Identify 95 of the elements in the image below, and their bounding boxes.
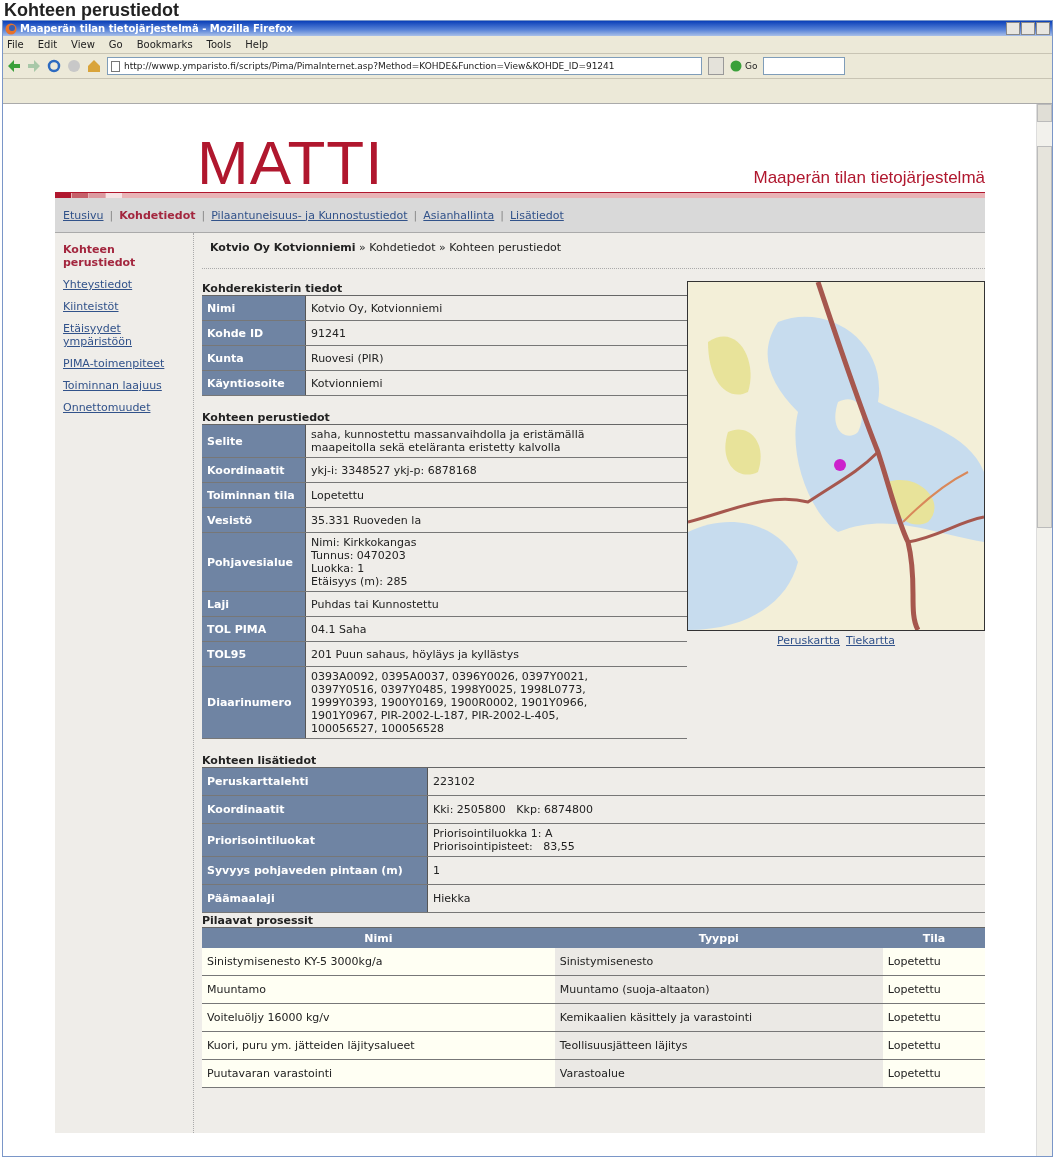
field-label: TOL PIMA <box>202 616 306 642</box>
field-label: TOL95 <box>202 641 306 667</box>
field-value: 1 <box>427 856 985 885</box>
sidebar-link[interactable]: Kiinteistöt <box>63 300 119 313</box>
field-label: Diaarinumero <box>202 666 306 739</box>
field-value: Ruovesi (PIR) <box>305 345 687 371</box>
field-value: Kotvio Oy, Kotvionniemi <box>305 296 687 321</box>
table-cell: Kuori, puru ym. jätteiden läjitysalueet <box>202 1031 555 1060</box>
table-cell: Puutavaran varastointi <box>202 1059 555 1088</box>
field-label: Koordinaatit <box>202 457 306 483</box>
table-cell: Sinistymisenesto KY-5 3000kg/a <box>202 948 555 976</box>
column-header: Tyyppi <box>554 928 883 948</box>
table-cell: Sinistymisenesto <box>554 948 883 976</box>
back-icon[interactable] <box>7 59 21 73</box>
page-title: Kohteen perustiedot <box>3 0 180 20</box>
sidebar-link[interactable]: Toiminnan laajuus <box>63 379 162 392</box>
nav-separator: | <box>413 208 418 222</box>
menu-item[interactable]: File <box>7 39 24 50</box>
table-cell: Voiteluöljy 16000 kg/v <box>202 1003 555 1032</box>
table-cell: Teollisuusjätteen läjitys <box>554 1031 883 1060</box>
field-label: Käyntiosoite <box>202 370 306 396</box>
sidebar-link[interactable]: Kohteen perustiedot <box>63 243 189 269</box>
table-cell: Muuntamo <box>202 975 555 1004</box>
scrollbar-thumb[interactable] <box>1037 146 1052 528</box>
field-label: Päämaalaji <box>202 884 428 913</box>
field-value: 223102 <box>427 768 985 796</box>
reload-icon[interactable] <box>47 59 61 73</box>
field-label: Selite <box>202 425 306 458</box>
sidebar-link[interactable]: Onnettomuudet <box>63 401 151 414</box>
map-link[interactable]: Peruskartta <box>776 634 840 647</box>
menu-item[interactable]: Help <box>245 39 269 50</box>
map-link[interactable]: Tiekartta <box>846 634 896 647</box>
nav-link[interactable]: Lisätiedot <box>510 208 564 222</box>
table-cell: Lopetettu <box>882 1003 985 1032</box>
sidebar-link[interactable]: PIMA-toimenpiteet <box>63 357 165 370</box>
menu-item[interactable]: Go <box>108 39 123 50</box>
table-cell: Lopetettu <box>882 1031 985 1060</box>
field-value: Puhdas tai Kunnostettu <box>305 591 687 617</box>
nav-separator: | <box>109 208 114 222</box>
site-tagline: Maaperän tilan tietojärjestelmä <box>753 168 985 188</box>
page-icon <box>111 60 120 72</box>
field-value: 91241 <box>305 320 687 346</box>
table-cell: Muuntamo (suoja-altaaton) <box>554 975 883 1004</box>
field-value: Priorisointiluokka 1: A Priorisointipisteet: 83,55 <box>427 823 985 857</box>
nav-link[interactable]: Etusivu <box>63 208 104 222</box>
breadcrumb: Kotvio Oy Kotvionniemi » Kohdetiedot » Kohteen perustiedot <box>202 233 985 269</box>
field-label: Koordinaatit <box>202 795 428 824</box>
field-value: saha, kunnostettu massanvaihdolla ja eristämällä maapeitolla sekä eteläranta eristetty kalvolla <box>305 425 687 458</box>
field-value: ykj-i: 3348527 ykj-p: 6878168 <box>305 457 687 483</box>
field-value: 35.331 Ruoveden la <box>305 507 687 533</box>
field-value: 201 Puun sahaus, höyläys ja kyllästys <box>305 641 687 667</box>
browser-icon <box>5 22 17 35</box>
field-value: Nimi: Kirkkokangas Tunnus: 0470203 Luokka: 1 Etäisyys (m): 285 <box>305 532 687 592</box>
field-value: Kotvionniemi <box>305 370 687 396</box>
address-field[interactable]: http://wwwp.ymparisto.fi/scripts/Pima/PimaInternet.asp?Method=KOHDE&Function=View&KOHDE_ID=91241 <box>107 57 702 75</box>
column-header: Tila <box>882 928 985 948</box>
field-value: Kki: 2505800 Kkp: 6874800 <box>427 795 985 824</box>
menu-item[interactable]: Bookmarks <box>136 39 193 50</box>
nav-link[interactable]: Asianhallinta <box>423 208 495 222</box>
menu-item[interactable]: Edit <box>37 39 58 50</box>
window-title: Maaperän tilan tietojärjestelmä - Mozilla Firefox <box>20 23 294 34</box>
table-cell: Lopetettu <box>882 948 985 976</box>
field-label: Laji <box>202 591 306 617</box>
field-label: Nimi <box>202 296 306 321</box>
table-cell: Lopetettu <box>882 1059 985 1088</box>
site-logo: MATTI <box>197 134 384 192</box>
field-value: Lopetettu <box>305 482 687 508</box>
table-cell: Lopetettu <box>882 975 985 1004</box>
field-value: 04.1 Saha <box>305 616 687 642</box>
field-label: Vesistö <box>202 507 306 533</box>
forward-icon[interactable] <box>27 59 41 73</box>
sidebar-link[interactable]: Yhteystiedot <box>63 278 133 291</box>
field-label: Priorisointiluokat <box>202 823 428 857</box>
table-cell: Kemikaalien käsittely ja varastointi <box>554 1003 883 1032</box>
go-button[interactable]: Go <box>730 60 758 72</box>
menu-item[interactable]: View <box>71 39 95 50</box>
search-field[interactable] <box>763 57 846 75</box>
nav-separator: | <box>201 208 206 222</box>
field-label: Kunta <box>202 345 306 371</box>
field-label: Peruskarttalehti <box>202 768 428 796</box>
nav-separator: | <box>500 208 504 222</box>
field-label: Toiminnan tila <box>202 482 306 508</box>
nav-link[interactable]: Kohdetiedot <box>119 208 196 222</box>
field-value: Hiekka <box>427 884 985 913</box>
field-label: Pohjavesialue <box>202 532 306 592</box>
nav-link[interactable]: Pilaantuneisuus- ja Kunnostustiedot <box>211 208 408 222</box>
field-label: Kohde ID <box>202 320 306 346</box>
sidebar-link[interactable]: Etäisyydet ympäristöön <box>63 322 189 348</box>
field-value: 0393A0092, 0395A0037, 0396Y0026, 0397Y0021, 0397Y0516, 0397Y0485, 1998Y0025, 1998L0773, 1999Y0393, 1900Y0169, 1900R0002, 1901Y0966, 1901Y0967, PIR-2002-L-187, PIR-2002-L-405, 100056527, 100056528 <box>305 666 687 739</box>
table-cell: Varastoalue <box>554 1059 883 1088</box>
scroll-up-button[interactable] <box>1037 104 1052 122</box>
column-header: Nimi <box>202 928 555 948</box>
home-icon[interactable] <box>87 59 101 73</box>
menu-item[interactable]: Tools <box>206 39 232 50</box>
field-label: Syvyys pohjaveden pintaan (m) <box>202 856 428 885</box>
